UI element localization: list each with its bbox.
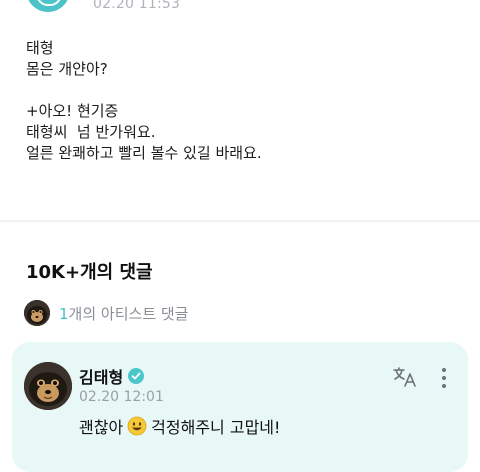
post-timestamp: 02.20 11:53: [93, 0, 181, 12]
comment-author[interactable]: 김태형: [79, 364, 145, 388]
comment-author-avatar[interactable]: [24, 362, 72, 410]
comment-timestamp: 02.20 12:01: [79, 389, 164, 405]
artist-comment-toggle[interactable]: 1개의 아티스트 댓글: [24, 299, 188, 327]
post-line: +아오! 현기증: [26, 102, 119, 120]
artist-comment-count: 1: [59, 304, 69, 323]
post-line: 몸은 개얀아?: [26, 60, 108, 78]
translate-icon[interactable]: [392, 366, 418, 388]
comment-text-part: 걱정해주니 고맙네!: [151, 418, 281, 437]
post-line: [26, 80, 456, 101]
section-divider: [0, 220, 480, 222]
smiley-emoji-icon: [127, 416, 147, 436]
artist-comment-text: 개의 아티스트 댓글: [68, 304, 189, 323]
artist-comment-card: 김태형 02.20 12:01 괜찮아 걱정해주니 고맙네!: [12, 342, 468, 472]
comment-author-name: 김태형: [79, 368, 124, 387]
more-vertical-icon[interactable]: [440, 366, 448, 390]
comment-text-part: 괜찮아: [79, 418, 124, 437]
comment-text: 괜찮아 걱정해주니 고맙네!: [79, 414, 280, 438]
post-line: 태형씨 넘 반가워요.: [26, 123, 156, 141]
post-line: 태형: [26, 39, 54, 57]
poster-avatar-logo: [36, 0, 62, 6]
artist-avatar-small: [24, 300, 50, 326]
verified-check-icon: [128, 368, 145, 384]
comment-count-heading: 10K+개의 댓글: [26, 262, 153, 283]
post-line: 얼른 완쾌하고 빨리 볼수 있길 바래요.: [26, 144, 262, 162]
post-body: 태형 몸은 개얀아? +아오! 현기증 태형씨 넘 반가워요. 얼른 완쾌하고 …: [26, 38, 456, 164]
artist-comment-label: 1개의 아티스트 댓글: [59, 303, 188, 324]
poster-avatar[interactable]: [26, 0, 70, 12]
